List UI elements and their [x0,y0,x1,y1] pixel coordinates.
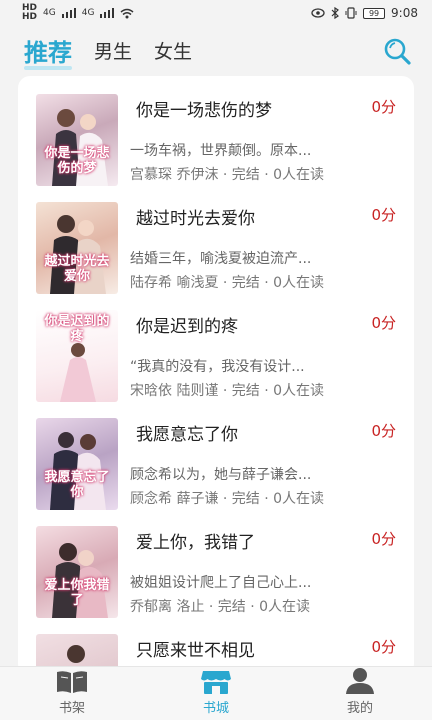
nav-profile[interactable]: 我的 [300,667,420,720]
book-title[interactable]: 你是迟到的疼 [136,312,238,337]
book-meta: 顾念希 薛子谦 · 完结 · 0人在读 [130,491,325,507]
hd-label-2: HD [22,12,38,22]
list-item[interactable]: 越过时光去爱你 越过时光去爱你 0分 结婚三年，喻浅夏被迫流产... 陆存希 喻… [36,202,396,302]
eye-icon [311,8,325,18]
cover-title: 爱上你我错了 [44,578,110,608]
book-price: 0分 [371,206,396,224]
nav-bookshelf[interactable]: 书架 [12,667,132,720]
book-price: 0分 [371,314,396,332]
book-title[interactable]: 只愿来世不相见 [136,636,255,661]
tab-female[interactable]: 女生 [154,37,192,64]
list-item[interactable]: 你是一场悲伤的梦 你是一场悲伤的梦 0分 一场车祸，世界颠倒。原本... 宫慕琛… [36,94,396,194]
book-list: 你是一场悲伤的梦 你是一场悲伤的梦 0分 一场车祸，世界颠倒。原本... 宫慕琛… [18,76,414,676]
book-cover: 越过时光去爱你 [36,202,118,294]
signal-icon-2 [100,8,115,18]
wifi-icon [120,8,134,18]
book-description: 结婚三年，喻浅夏被迫流产... [130,251,312,267]
book-cover: 我愿意忘了你 [36,418,118,510]
nav-bookshelf-label: 书架 [58,701,85,716]
tab-recommend[interactable]: 推荐 [24,33,72,70]
bottom-nav: 书架 书城 我的 [0,666,432,720]
cover-title: 我愿意忘了你 [44,470,110,500]
book-description: 一场车祸，世界颠倒。原本... [130,143,312,159]
book-title[interactable]: 我愿意忘了你 [136,420,238,445]
network-label: 4G [43,8,56,18]
cover-title: 你是迟到的疼 [44,314,110,344]
book-meta: 陆存希 喻浅夏 · 完结 · 0人在读 [130,275,325,291]
book-meta: 宋晗依 陆则谨 · 完结 · 0人在读 [130,383,325,399]
book-title[interactable]: 爱上你，我错了 [136,528,255,553]
book-price: 0分 [371,638,396,656]
store-icon [201,671,231,694]
battery-icon: 99 [363,7,386,19]
vibrate-icon [345,7,357,19]
network-label-2: 4G [81,8,95,18]
person-icon [346,668,374,694]
book-price: 0分 [371,530,396,548]
list-item[interactable]: 你是迟到的疼 你是迟到的疼 0分 “我真的没有，我没有设计... 宋晗依 陆则谨… [36,310,396,410]
list-item[interactable]: 爱上你我错了 爱上你，我错了 0分 被姐姐设计爬上了自己心上... 乔郁离 洛止… [36,526,396,626]
book-price: 0分 [371,98,396,116]
search-icon[interactable] [382,36,412,66]
book-meta: 宫慕琛 乔伊沫 · 完结 · 0人在读 [130,167,325,183]
book-cover: 你是迟到的疼 [36,310,118,402]
status-bar: HD HD 4G 4G 99 9:08 [0,0,432,26]
signal-icon [61,8,76,18]
book-price: 0分 [371,422,396,440]
book-cover: 爱上你我错了 [36,526,118,618]
status-right: 99 9:08 [311,6,418,20]
book-description: 被姐姐设计爬上了自己心上... [130,575,312,591]
cover-title: 越过时光去爱你 [44,254,110,284]
tab-male[interactable]: 男生 [94,37,132,64]
book-description: “我真的没有，我没有设计... [130,359,305,375]
nav-bookstore-label: 书城 [202,701,229,716]
book-cover: 你是一场悲伤的梦 [36,94,118,186]
list-item[interactable]: 我愿意忘了你 我愿意忘了你 0分 顾念希以为，她与薛子谦会... 顾念希 薛子谦… [36,418,396,518]
book-description: 顾念希以为，她与薛子谦会... [130,467,312,483]
nav-profile-label: 我的 [346,701,373,716]
hd-indicator: HD HD [22,4,37,22]
book-title[interactable]: 你是一场悲伤的梦 [136,96,272,121]
status-left: HD HD 4G 4G [22,4,134,22]
book-icon [57,671,87,693]
top-tabs: 推荐 男生 女生 [0,26,432,74]
nav-bookstore[interactable]: 书城 [156,667,276,720]
cover-title: 你是一场悲伤的梦 [44,146,110,176]
clock: 9:08 [391,6,418,20]
book-meta: 乔郁离 洛止 · 完结 · 0人在读 [130,599,311,615]
bluetooth-icon [331,7,339,19]
book-title[interactable]: 越过时光去爱你 [136,204,255,229]
